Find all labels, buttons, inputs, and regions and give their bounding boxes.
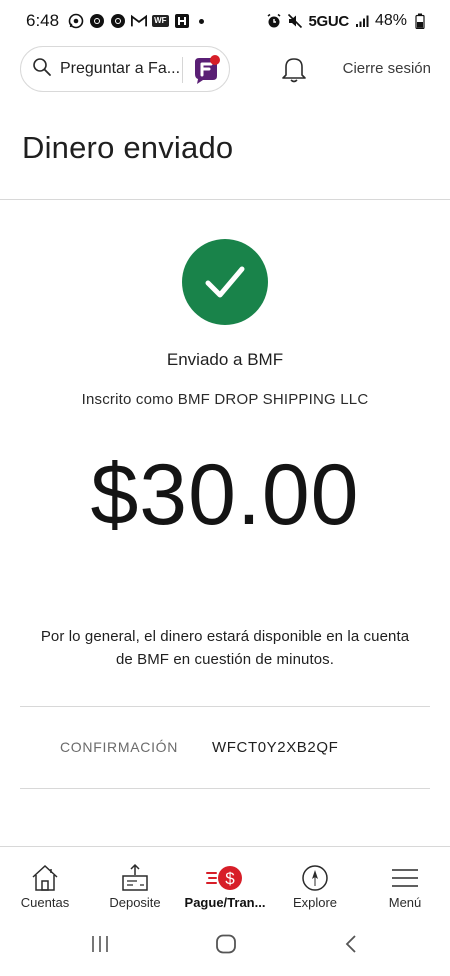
signal-icon xyxy=(354,13,370,29)
home-icon xyxy=(30,863,60,893)
mute-icon xyxy=(287,13,303,29)
bottom-nav: Cuentas Deposite $ Pague/Tran... Explore… xyxy=(0,846,450,916)
search-divider xyxy=(182,57,183,83)
chrome-icon xyxy=(89,13,105,29)
nav-item-deposit[interactable]: Deposite xyxy=(90,847,180,917)
chrome-icon xyxy=(110,13,126,29)
back-button-icon[interactable] xyxy=(344,934,358,959)
app-header: Preguntar a Fa... Cierre sesión xyxy=(0,46,450,94)
recent-apps-icon[interactable] xyxy=(90,934,110,959)
availability-note: Por lo general, el dinero estará disponi… xyxy=(40,628,410,668)
pay-transfer-icon: $ xyxy=(205,863,245,893)
hotel-app-icon xyxy=(174,13,190,29)
svg-text:$: $ xyxy=(225,869,235,888)
notifications-bell-icon[interactable] xyxy=(280,54,308,84)
search-placeholder: Preguntar a Fa... xyxy=(60,60,181,77)
network-type: 5GUC xyxy=(308,12,349,30)
success-check-icon xyxy=(182,239,268,325)
nav-item-accounts[interactable]: Cuentas xyxy=(0,847,90,917)
gmail-icon xyxy=(131,13,148,29)
system-nav-bar xyxy=(0,916,450,976)
more-notifications-dot xyxy=(198,18,204,24)
divider xyxy=(0,199,450,200)
home-button-icon[interactable] xyxy=(215,934,237,959)
confirmation-label: CONFIRMACIÓN xyxy=(60,739,179,755)
nav-item-explore[interactable]: Explore xyxy=(270,847,360,917)
nav-label-accounts: Cuentas xyxy=(20,895,70,910)
nav-item-pay-transfer[interactable]: $ Pague/Tran... xyxy=(180,847,270,917)
deposit-icon xyxy=(120,863,150,893)
search-input[interactable]: Preguntar a Fa... xyxy=(20,46,230,92)
nav-label-pay-transfer: Pague/Tran... xyxy=(184,895,266,910)
recipient-text: Enviado a BMF xyxy=(166,350,284,369)
battery-icon xyxy=(412,13,428,29)
search-icon xyxy=(32,57,52,82)
status-time: 6:48 xyxy=(26,11,60,30)
nav-item-menu[interactable]: Menú xyxy=(360,847,450,917)
status-right: 5GUC 48% xyxy=(266,12,428,30)
alarm-icon xyxy=(266,13,282,29)
nav-label-menu: Menú xyxy=(388,895,422,910)
divider xyxy=(20,788,430,789)
nav-label-explore: Explore xyxy=(292,895,338,910)
page-title: Dinero enviado xyxy=(22,130,234,165)
compass-icon xyxy=(300,863,330,893)
divider xyxy=(20,706,430,707)
enrolled-name-text: Inscrito como BMF DROP SHIPPING LLC xyxy=(81,391,369,408)
fargo-assistant-icon[interactable] xyxy=(191,54,223,86)
whatsapp-icon xyxy=(68,13,84,29)
logout-link[interactable]: Cierre sesión xyxy=(343,60,431,77)
status-left: 6:48 WF xyxy=(26,11,204,31)
hamburger-menu-icon xyxy=(390,863,420,893)
amount-sent: $30.00 xyxy=(90,447,360,543)
battery-percent: 48% xyxy=(374,12,407,29)
status-bar: 6:48 WF 5GUC 48% xyxy=(0,0,450,42)
nav-label-deposit: Deposite xyxy=(109,895,161,910)
wf-icon: WF xyxy=(152,15,169,27)
confirmation-code: WFCT0Y2XB2QF xyxy=(212,739,339,756)
